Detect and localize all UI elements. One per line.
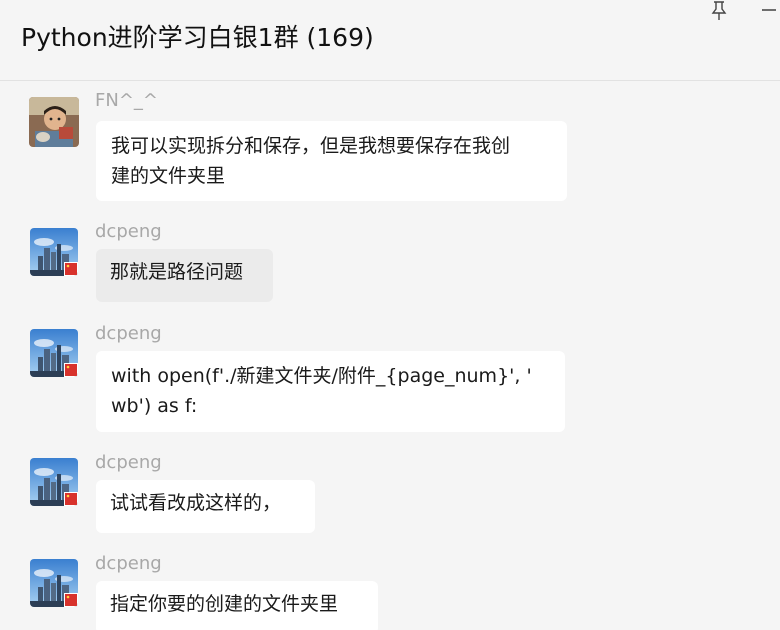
message-line: 我可以实现拆分和保存，但是我想要保存在我创 [111,135,511,157]
message-item: dcpeng with open(f'./新建文件夹/附件_{page_num}… [0,314,780,442]
city-skyline-avatar[interactable] [30,228,78,276]
message-line: 试试看改成这样的， [110,492,282,514]
message-bubble[interactable]: with open(f'./新建文件夹/附件_{page_num}', ' wb… [96,351,565,432]
sender-name: dcpeng [95,553,162,574]
message-item: dcpeng 试试看改成这样的， [0,443,780,543]
message-bubble[interactable]: 指定你要的创建的文件夹里 [96,581,378,630]
message-item: dcpeng 指定你要的创建的文件夹里 [0,544,780,630]
chat-header: Python进阶学习白银1群 (169) [0,0,780,81]
message-line: wb') as f: [111,395,198,417]
sender-name: dcpeng [95,323,162,344]
message-bubble[interactable]: 那就是路径问题 [96,249,273,302]
message-list[interactable]: FN^_^ 我可以实现拆分和保存，但是我想要保存在我创 建的文件夹里 dcpen… [0,81,780,630]
message-bubble[interactable]: 我可以实现拆分和保存，但是我想要保存在我创 建的文件夹里 [96,121,567,201]
message-item: FN^_^ 我可以实现拆分和保存，但是我想要保存在我创 建的文件夹里 [0,81,780,206]
message-line: with open(f'./新建文件夹/附件_{page_num}', ' [111,365,532,387]
sender-name: dcpeng [95,452,162,473]
chat-title: Python进阶学习白银1群 (169) [21,23,374,52]
city-skyline-avatar[interactable] [30,458,78,506]
pin-icon[interactable] [708,0,730,22]
city-skyline-avatar[interactable] [30,559,78,607]
message-line: 那就是路径问题 [110,261,244,283]
sender-name: dcpeng [95,221,162,242]
sender-name: FN^_^ [95,90,158,111]
minimize-icon[interactable] [756,0,780,22]
message-line: 建的文件夹里 [111,165,226,187]
message-item: dcpeng 那就是路径问题 [0,212,780,310]
message-line: 指定你要的创建的文件夹里 [110,593,339,615]
child-photo-avatar[interactable] [29,97,79,147]
city-skyline-avatar[interactable] [30,329,78,377]
message-bubble[interactable]: 试试看改成这样的， [96,480,315,533]
